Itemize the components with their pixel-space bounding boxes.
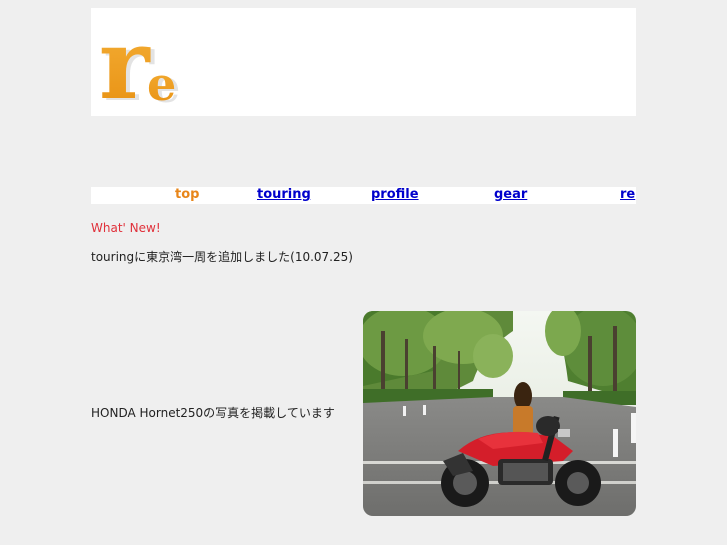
nav-gear[interactable]: gear <box>494 187 527 203</box>
svg-text:r: r <box>99 14 151 110</box>
motorcycle-photo <box>363 311 636 516</box>
main-nav: top touring profile gear re <box>91 187 636 204</box>
news-item: touringに東京湾一周を追加しました(10.07.25) <box>91 250 353 264</box>
nav-re[interactable]: re <box>620 187 635 203</box>
nav-top[interactable]: top <box>175 187 199 203</box>
svg-text:e: e <box>147 57 176 110</box>
nav-touring[interactable]: touring <box>257 187 311 203</box>
whats-new-heading: What' New! <box>91 221 161 235</box>
nav-profile[interactable]: profile <box>371 187 419 203</box>
feature-caption: HONDA Hornet250の写真を掲載しています <box>91 406 335 420</box>
page: r e r e top touring profile gear re What… <box>0 0 727 545</box>
site-logo[interactable]: r e r e <box>99 14 199 110</box>
header-banner: r e r e <box>91 8 636 116</box>
